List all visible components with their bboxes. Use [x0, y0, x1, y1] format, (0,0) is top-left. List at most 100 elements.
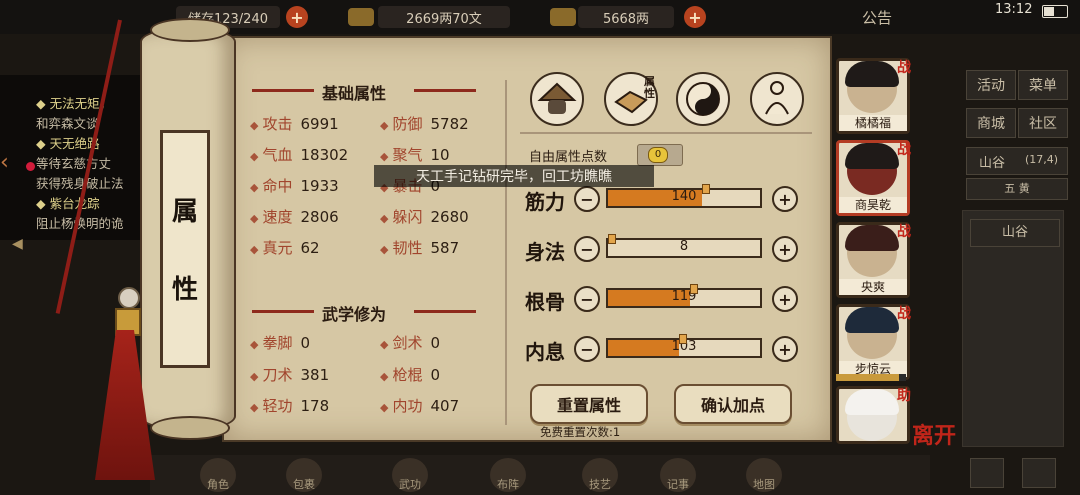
bag-add-button[interactable]: +: [286, 6, 308, 28]
location-bar[interactable]: 山谷 (17,4): [966, 147, 1068, 175]
confirm-points-button[interactable]: 确认加点: [674, 384, 792, 424]
plus-button[interactable]: +: [772, 336, 798, 362]
hat-icon[interactable]: [530, 72, 584, 126]
stat-speed: ◆ 速度 2806: [250, 208, 339, 226]
time-of-day: 五 黄: [966, 178, 1068, 200]
martial-skills-header: 武学修为: [322, 305, 387, 324]
quest-title[interactable]: ◆ 紫台龙踪: [36, 193, 100, 212]
portrait-hair: [845, 143, 899, 169]
skill-blade: ◆ 刀术 381: [250, 366, 330, 384]
attr-label-strength: 筋力: [525, 190, 565, 214]
skill-fist: ◆ 拳脚 0: [250, 334, 311, 352]
quest-desc: 等待玄慈方丈: [36, 156, 112, 171]
dock-role-button[interactable]: 角色: [200, 458, 236, 492]
party-member[interactable]: 商昊乾 战: [836, 140, 911, 216]
combat-tag: 战: [897, 306, 911, 322]
party-member-name: 橘橘福: [839, 115, 907, 131]
stat-true-essence: ◆ 真元 62: [250, 239, 320, 257]
attr-bar-agility: 8: [606, 234, 762, 258]
yin-yang-icon[interactable]: [676, 72, 730, 126]
silver-add-button[interactable]: +: [684, 6, 706, 28]
attr-value: 8: [679, 239, 689, 254]
attr-bar-constitution: 119: [606, 284, 762, 308]
section-ornament: [252, 89, 314, 92]
skill-spear: ◆ 枪棍 0: [380, 366, 441, 384]
chevron-left-icon[interactable]: ‹: [0, 150, 9, 175]
basic-attributes-header: 基础属性: [322, 84, 387, 103]
plus-button[interactable]: +: [772, 236, 798, 262]
party-member[interactable]: 助: [836, 386, 911, 444]
plus-button[interactable]: +: [772, 186, 798, 212]
location-name: 山谷: [979, 156, 1006, 171]
dock-bag-button[interactable]: 包裹: [286, 458, 322, 492]
panel-title-char: 属: [171, 197, 198, 227]
bar-marker-icon: [608, 234, 616, 244]
support-tag: 助: [897, 388, 911, 404]
plus-button[interactable]: +: [772, 286, 798, 312]
reset-attributes-button[interactable]: 重置属性: [530, 384, 648, 424]
free-reset-count: 免费重置次数:1: [540, 425, 621, 439]
attr-bar-strength: 140: [606, 184, 762, 208]
minus-button[interactable]: −: [574, 236, 600, 262]
notification-dot: [26, 162, 35, 171]
minus-button[interactable]: −: [574, 286, 600, 312]
stat-focus: ◆ 聚气 10: [380, 146, 450, 164]
party-member[interactable]: 橘橘福 战: [836, 58, 911, 134]
skill-sword: ◆ 剑术 0: [380, 334, 441, 352]
community-button[interactable]: 社区: [1018, 108, 1068, 138]
activity-button[interactable]: 活动: [966, 70, 1016, 100]
clock: 13:12: [995, 2, 1033, 17]
scroll-roller-cap: [150, 18, 230, 42]
map-control-button[interactable]: [1022, 458, 1056, 488]
attribute-icon[interactable]: 属性: [604, 72, 658, 126]
section-ornament: [414, 89, 476, 92]
stat-dodge: ◆ 躲闪 2680: [380, 208, 469, 226]
section-ornament: [414, 310, 476, 313]
copper-amount: 2669两70文: [378, 6, 510, 28]
dock-craft-button[interactable]: 技艺: [582, 458, 618, 492]
copper-icon: [348, 8, 374, 26]
dock-map-button[interactable]: 地图: [746, 458, 782, 492]
portrait-hair: [845, 61, 899, 87]
map-control-button[interactable]: [970, 458, 1004, 488]
silver-amount: 5668两: [578, 6, 674, 28]
quest-desc: 和弈森文谈: [36, 116, 99, 131]
skill-lightness: ◆ 轻功 178: [250, 397, 330, 415]
dock-skills-button[interactable]: 武功: [392, 458, 428, 492]
free-points-label: 自由属性点数: [529, 150, 608, 165]
meridian-icon[interactable]: [750, 72, 804, 126]
combat-tag: 战: [897, 224, 911, 240]
skill-internal: ◆ 内功 407: [380, 397, 460, 415]
minus-button[interactable]: −: [574, 186, 600, 212]
health-bar: [836, 374, 906, 381]
menu-button[interactable]: 菜单: [1018, 70, 1068, 100]
bar-marker-icon: [679, 334, 688, 344]
quest-desc: 获得残身破止法: [36, 176, 124, 191]
portrait-hair: [845, 225, 899, 251]
triangle-left-icon[interactable]: ◀: [12, 236, 23, 252]
announcement-button[interactable]: 公告: [862, 7, 892, 28]
portrait-hair: [845, 389, 899, 415]
attr-value: 119: [671, 289, 697, 304]
shop-button[interactable]: 商城: [966, 108, 1016, 138]
party-member[interactable]: 步惊云 战: [836, 304, 911, 380]
attribute-tab-label: 属性: [644, 75, 655, 100]
attr-value: 140: [671, 189, 697, 204]
party-member[interactable]: 央爽 战: [836, 222, 911, 298]
party-member-name: 央爽: [839, 279, 907, 295]
panel-title: 属 性: [160, 130, 210, 368]
dock-formation-button[interactable]: 布阵: [490, 458, 526, 492]
divider: [520, 132, 812, 134]
bar-marker-icon: [702, 184, 711, 194]
dock-journal-button[interactable]: 记事: [660, 458, 696, 492]
bottom-dock: [150, 455, 930, 495]
leave-button[interactable]: 离开: [912, 418, 956, 450]
attr-label-agility: 身法: [525, 240, 565, 264]
toast-message: 天工手记钻研完毕，回工坊瞧瞧: [374, 165, 654, 187]
map-location-item[interactable]: 山谷: [970, 219, 1060, 247]
silver-ingot-icon: [550, 8, 576, 26]
divider: [505, 80, 507, 425]
health-bar-fill: [836, 374, 899, 381]
panel-title-char: 性: [171, 275, 198, 305]
minus-button[interactable]: −: [574, 336, 600, 362]
